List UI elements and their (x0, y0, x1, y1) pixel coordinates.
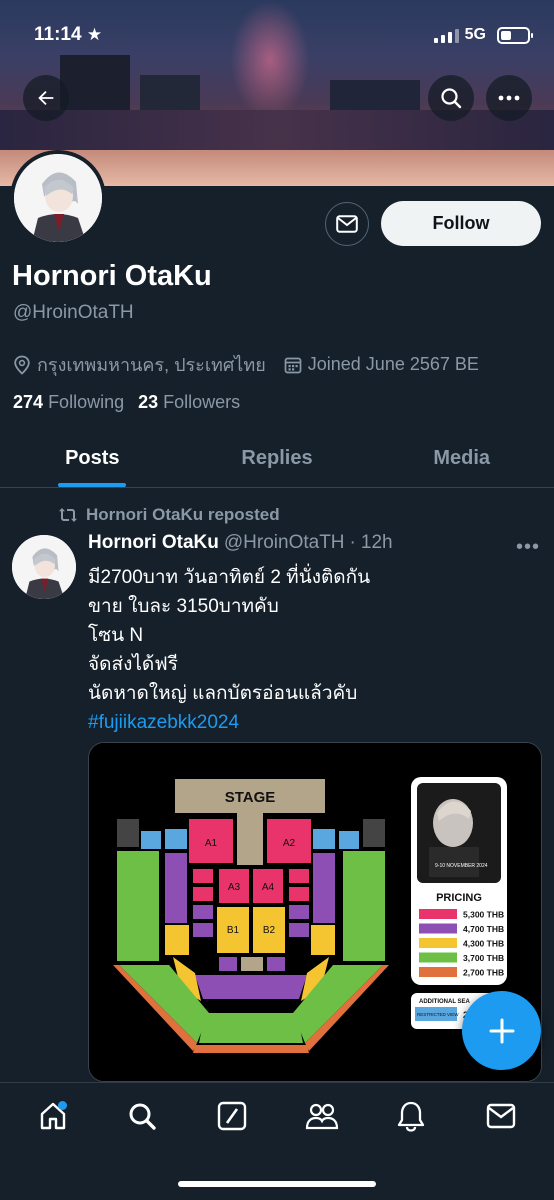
price-label: 3,700 THB (463, 953, 504, 963)
mail-icon (336, 215, 358, 233)
plus-icon (489, 1018, 514, 1043)
mail-icon (486, 1103, 516, 1129)
home-indicator (178, 1181, 376, 1187)
price-swatch (419, 923, 457, 934)
post-time[interactable]: 12h (361, 532, 393, 554)
signal-icon (434, 29, 459, 43)
search-icon (129, 1103, 157, 1130)
nav-messages[interactable] (478, 1093, 524, 1139)
tab-media[interactable]: Media (369, 430, 554, 487)
more-options-button[interactable] (486, 75, 532, 121)
price-swatch (419, 952, 457, 963)
price-label: 5,300 THB (463, 910, 504, 920)
price-label: 4,300 THB (463, 939, 504, 949)
price-swatch (419, 967, 457, 977)
compose-button[interactable] (462, 991, 541, 1070)
post-text: มี2700บาท วันอาทิตย์ 2 ที่นั่งติดกัน ขาย… (88, 567, 371, 704)
joined-text: Joined June 2567 BE (307, 354, 479, 374)
nav-grok[interactable] (209, 1093, 255, 1139)
post-avatar[interactable] (12, 535, 76, 599)
following-link[interactable]: 274 Following (13, 392, 124, 413)
nav-search[interactable] (119, 1093, 165, 1139)
post-separator: · (349, 532, 356, 553)
price-label: 2,700 THB (463, 968, 504, 978)
network-type: 5G (464, 26, 486, 43)
nav-home[interactable] (30, 1093, 76, 1139)
profile-tabs: Posts Replies Media (0, 430, 554, 488)
price-swatch (419, 938, 457, 948)
avatar-illustration (12, 535, 76, 599)
search-icon (441, 88, 462, 109)
post-more-icon[interactable]: ••• (516, 536, 540, 559)
back-button[interactable] (23, 75, 69, 121)
nav-notifications[interactable] (388, 1093, 434, 1139)
follow-button[interactable]: Follow (381, 201, 541, 246)
follow-counts: 274 Following 23 Followers (13, 392, 240, 413)
followers-link[interactable]: 23 Followers (138, 392, 240, 413)
stage-label: STAGE (225, 789, 276, 806)
star-icon: ★ (86, 25, 103, 44)
price-label: 4,700 THB (463, 924, 504, 934)
communities-icon (305, 1103, 338, 1130)
battery-icon (497, 27, 533, 44)
bell-icon (398, 1101, 425, 1132)
location-pin-icon (14, 355, 30, 375)
post-author-name[interactable]: Hornori OtaKu (88, 532, 219, 554)
back-arrow-icon (38, 90, 54, 106)
restricted-label: RESTRICTED VIEW (417, 1012, 459, 1017)
repost-icon (59, 508, 77, 522)
more-icon (498, 95, 520, 101)
display-name: Hornori OtaKu (12, 260, 212, 292)
post-hashtag[interactable]: #fujiikazebkk2024 (88, 712, 239, 733)
calendar-icon (284, 357, 302, 373)
repost-label: Hornori OtaKu reposted (86, 505, 280, 524)
post-header: Hornori OtaKu @HroinOtaTH · 12h (88, 532, 393, 554)
grok-icon (217, 1101, 247, 1131)
price-swatch (419, 909, 457, 919)
banner-stage (0, 110, 554, 150)
avatar-illustration (14, 154, 102, 242)
additional-label: ADDITIONAL SEA (419, 999, 471, 1005)
svg-text:A2: A2 (283, 838, 296, 849)
svg-text:A4: A4 (262, 882, 275, 893)
joined-date: Joined June 2567 BE (284, 354, 479, 375)
svg-text:B2: B2 (263, 925, 276, 936)
tab-replies[interactable]: Replies (185, 430, 370, 487)
profile-avatar[interactable] (10, 150, 106, 246)
poster-date: 9-10 NOVEMBER 2024 (435, 863, 488, 869)
profile-handle: @HroinOtaTH (13, 302, 134, 323)
notification-dot (57, 1101, 67, 1110)
status-time: 11:14 ★ (34, 24, 103, 45)
post-author-handle[interactable]: @HroinOtaTH (224, 532, 345, 554)
bottom-navigation (0, 1082, 554, 1200)
repost-indicator: Hornori OtaKu reposted (58, 505, 280, 525)
svg-text:A3: A3 (228, 882, 241, 893)
tab-posts[interactable]: Posts (0, 430, 185, 487)
pricing-title: PRICING (436, 892, 482, 904)
svg-text:B1: B1 (227, 925, 240, 936)
profile-meta: กรุงเทพมหานคร, ประเทศไทย Joined June 256… (13, 350, 497, 379)
location: กรุงเทพมหานคร, ประเทศไทย (13, 350, 266, 379)
location-text: กรุงเทพมหานคร, ประเทศไทย (37, 355, 266, 375)
search-button[interactable] (428, 75, 474, 121)
nav-communities[interactable] (299, 1093, 345, 1139)
svg-text:A1: A1 (205, 838, 218, 849)
smile-emoji: 😊 (329, 1038, 371, 1082)
status-bar: 11:14 ★ 5G (0, 0, 554, 70)
post-body: มี2700บาท วันอาทิตย์ 2 ที่นั่งติดกัน ขาย… (88, 563, 528, 737)
message-button[interactable] (325, 202, 369, 246)
